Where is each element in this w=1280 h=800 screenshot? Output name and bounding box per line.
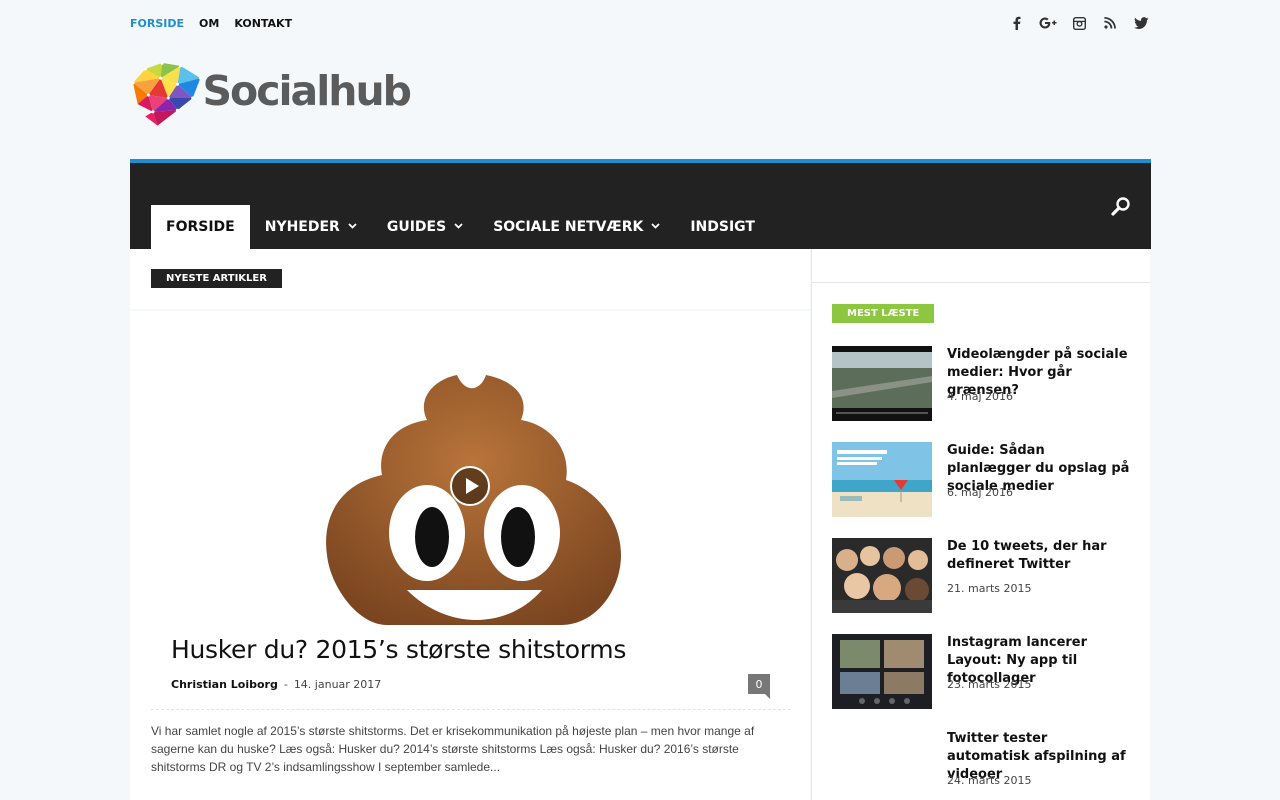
list-item[interactable]: Guide: Sådan planlægger du opslag på soc…: [832, 442, 1132, 522]
feature-image[interactable]: [130, 311, 810, 661]
page: FORSIDE OM KONTAKT Socialhub FORSIDE NYH…: [0, 0, 1280, 800]
sidebar-item-date: 23. marts 2015: [947, 678, 1032, 691]
nav-item-label: FORSIDE: [166, 219, 235, 235]
thumbnail-image[interactable]: [832, 730, 932, 800]
facebook-icon[interactable]: [1008, 14, 1026, 32]
meta-separator: -: [283, 678, 288, 691]
thumbnail-image[interactable]: [832, 346, 932, 421]
feature-excerpt: Vi har samlet nogle af 2015’s største sh…: [151, 724, 755, 774]
top-menu-kontakt[interactable]: KONTAKT: [234, 17, 292, 30]
comment-count-badge[interactable]: 0: [748, 674, 770, 699]
social-links: [1008, 14, 1150, 32]
nav-item-sociale-netvaerk[interactable]: SOCIALE NETVÆRK: [478, 205, 675, 249]
instagram-icon[interactable]: [1070, 14, 1088, 32]
thumbnail-image[interactable]: [832, 442, 932, 517]
google-plus-icon[interactable]: [1039, 14, 1057, 32]
list-item[interactable]: Instagram lancerer Layout: Ny app til fo…: [832, 634, 1132, 714]
thumbnail-image[interactable]: [832, 634, 932, 709]
sidebar-item-date: 24. marts 2015: [947, 774, 1032, 787]
thumbnail-image[interactable]: [832, 538, 932, 613]
sidebar-top-divider: [812, 249, 1150, 283]
rss-icon[interactable]: [1101, 14, 1119, 32]
chevron-down-icon: [348, 222, 357, 232]
site-logo[interactable]: Socialhub: [130, 50, 412, 140]
list-item[interactable]: Twitter tester automatisk afspilning af …: [832, 730, 1132, 800]
logo-mark-icon: [131, 61, 202, 126]
sidebar-item-date: 6. maj 2016: [947, 486, 1013, 499]
top-menu: FORSIDE OM KONTAKT: [130, 17, 292, 30]
logo-text: Socialhub: [202, 67, 412, 115]
top-menu-forside[interactable]: FORSIDE: [130, 17, 184, 30]
nav-item-label: NYHEDER: [264, 219, 340, 235]
sidebar-item-date: 21. marts 2015: [947, 582, 1032, 595]
nav-item-nyheder[interactable]: NYHEDER: [250, 205, 372, 249]
post-date: 14. januar 2017: [293, 678, 382, 691]
nav-item-label: SOCIALE NETVÆRK: [493, 219, 644, 235]
main-nav: FORSIDE NYHEDER GUIDES SOCIALE NETVÆRK I…: [151, 205, 770, 249]
sidebar-item-title[interactable]: De 10 tweets, der har defineret Twitter: [947, 538, 1132, 574]
feature-title[interactable]: Husker du? 2015’s største shitstorms: [171, 635, 626, 664]
sidebar: MEST LÆSTE Videolængder på sociale medie…: [811, 249, 1150, 800]
chevron-down-icon: [651, 222, 660, 232]
play-icon[interactable]: [450, 466, 490, 506]
divider: [151, 709, 791, 710]
feature-meta: Christian Loiborg - 14. januar 2017: [171, 678, 381, 691]
list-item[interactable]: Videolængder på sociale medier: Hvor går…: [832, 346, 1132, 426]
author-link[interactable]: Christian Loiborg: [171, 678, 278, 691]
top-menu-om[interactable]: OM: [199, 17, 219, 30]
nav-item-guides[interactable]: GUIDES: [372, 205, 478, 249]
nav-item-label: GUIDES: [386, 219, 447, 235]
list-item[interactable]: De 10 tweets, der har defineret Twitter …: [832, 538, 1132, 618]
sidebar-item-date: 4. maj 2016: [947, 390, 1013, 403]
nav-item-indsigt[interactable]: INDSIGT: [675, 205, 770, 249]
nav-item-label: INDSIGT: [690, 219, 755, 235]
sidebar-block-title: MEST LÆSTE: [832, 304, 935, 323]
block-title: NYESTE ARTIKLER: [151, 269, 282, 288]
main-navbar: FORSIDE NYHEDER GUIDES SOCIALE NETVÆRK I…: [130, 159, 1151, 249]
nav-item-forside[interactable]: FORSIDE: [151, 205, 250, 249]
search-icon[interactable]: [1111, 196, 1131, 216]
main-column: NYESTE ARTIKLER Husker du? 2015’s størst…: [130, 249, 810, 800]
chevron-down-icon: [454, 222, 463, 232]
twitter-icon[interactable]: [1132, 14, 1150, 32]
